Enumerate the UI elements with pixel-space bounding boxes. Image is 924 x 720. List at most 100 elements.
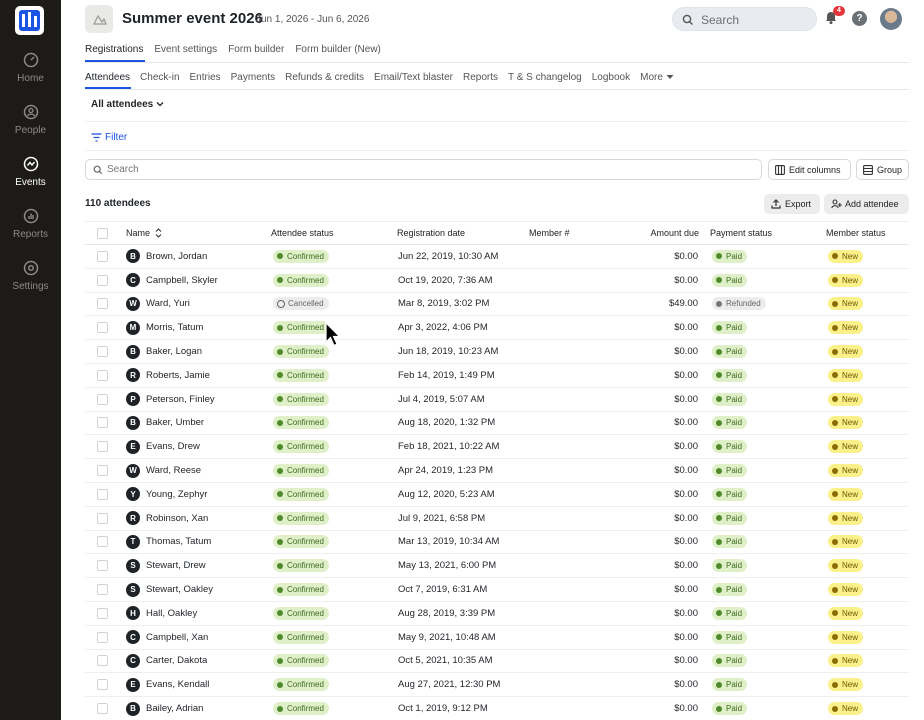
add-attendee-button[interactable]: Add attendee [824,194,909,214]
filter-button[interactable]: Filter [91,132,127,143]
tab-form-builder-new[interactable]: Form builder (New) [295,44,381,55]
attendee-name-cell[interactable]: T Thomas, Tatum [126,531,211,554]
row-checkbox[interactable] [97,626,108,649]
table-row[interactable]: W Ward, Yuri Cancelled Mar 8, 2019, 3:02 PM… [85,293,909,317]
row-checkbox[interactable] [97,650,108,673]
edit-columns-button[interactable]: Edit columns [768,159,851,180]
tab-logbook[interactable]: Logbook [592,72,630,83]
col-header-registration-date[interactable]: Registration date [397,222,465,244]
row-checkbox[interactable] [97,435,108,458]
mouse-cursor-icon [325,322,341,347]
attendee-name-cell[interactable]: M Morris, Tatum [126,316,203,339]
attendee-name-cell[interactable]: Y Young, Zephyr [126,483,207,506]
attendee-name-cell[interactable]: R Robinson, Xan [126,507,208,530]
attendee-name-cell[interactable]: W Ward, Reese [126,459,201,482]
row-checkbox[interactable] [97,673,108,696]
tab-ts-changelog[interactable]: T & S changelog [508,72,582,83]
view-selector-dropdown[interactable]: All attendees [91,99,164,110]
table-row[interactable]: B Baker, Logan Confirmed Jun 18, 2019, 10:2… [85,340,909,364]
row-checkbox[interactable] [97,507,108,530]
attendee-name-cell[interactable]: S Stewart, Oakley [126,578,213,601]
attendee-name-cell[interactable]: P Peterson, Finley [126,388,215,411]
col-header-member-status[interactable]: Member status [826,222,886,244]
attendee-name-cell[interactable]: B Baker, Logan [126,340,202,363]
tab-entries[interactable]: Entries [190,72,221,83]
sidebar-item-events[interactable]: Events [0,156,61,200]
sidebar-item-label: Settings [12,281,49,292]
tab-more[interactable]: More [640,72,674,83]
tab-event-settings[interactable]: Event settings [154,44,217,55]
attendee-name-cell[interactable]: B Bailey, Adrian [126,697,203,720]
table-row[interactable]: S Stewart, Oakley Confirmed Oct 7, 2019, 6:… [85,578,909,602]
tab-registrations[interactable]: Registrations [85,44,143,55]
table-row[interactable]: B Brown, Jordan Confirmed Jun 22, 2019, 10:… [85,245,909,269]
row-checkbox[interactable] [97,245,108,268]
row-checkbox[interactable] [97,531,108,554]
attendee-name-cell[interactable]: C Carter, Dakota [126,650,207,673]
attendee-name-cell[interactable]: C Campbell, Skyler [126,269,218,292]
table-row[interactable]: P Peterson, Finley Confirmed Jul 4, 2019, 5… [85,388,909,412]
attendee-name-cell[interactable]: W Ward, Yuri [126,293,190,316]
tab-form-builder[interactable]: Form builder [228,44,284,55]
attendee-name-cell[interactable]: C Campbell, Xan [126,626,208,649]
row-checkbox[interactable] [97,388,108,411]
tab-check-in[interactable]: Check-in [140,72,179,83]
tab-email-text-blaster[interactable]: Email/Text blaster [374,72,453,83]
sidebar-item-reports[interactable]: Reports [0,208,61,252]
col-header-attendee-status[interactable]: Attendee status [271,222,334,244]
attendee-name-cell[interactable]: B Brown, Jordan [126,245,207,268]
col-header-name[interactable]: Name [126,222,162,244]
help-icon[interactable]: ? [852,11,867,26]
table-row[interactable]: R Roberts, Jamie Confirmed Feb 14, 2019, 1:… [85,364,909,388]
user-avatar[interactable] [880,8,902,30]
row-checkbox[interactable] [97,269,108,292]
attendee-name-cell[interactable]: S Stewart, Drew [126,554,206,577]
export-button[interactable]: Export [764,194,820,214]
sidebar-item-home[interactable]: Home [0,52,61,96]
row-checkbox[interactable] [97,697,108,720]
table-row[interactable]: W Ward, Reese Confirmed Apr 24, 2019, 1:23 … [85,459,909,483]
tab-payments[interactable]: Payments [231,72,275,83]
table-row[interactable]: R Robinson, Xan Confirmed Jul 9, 2021, 6:58… [85,507,909,531]
row-checkbox[interactable] [97,340,108,363]
table-row[interactable]: C Campbell, Xan Confirmed May 9, 2021, 10:4… [85,626,909,650]
table-row[interactable]: M Morris, Tatum Confirmed Apr 3, 2022, 4:06… [85,316,909,341]
attendee-name-cell[interactable]: E Evans, Kendall [126,673,209,696]
attendee-search-input[interactable]: Search [85,159,762,180]
tab-refunds-credits[interactable]: Refunds & credits [285,72,364,83]
table-row[interactable]: C Carter, Dakota Confirmed Oct 5, 2021, 10:… [85,650,909,674]
table-row[interactable]: H Hall, Oakley Confirmed Aug 28, 2019, 3:39… [85,602,909,626]
col-header-payment-status[interactable]: Payment status [710,222,772,244]
attendee-name-cell[interactable]: H Hall, Oakley [126,602,197,625]
row-checkbox[interactable] [97,602,108,625]
attendee-name-cell[interactable]: R Roberts, Jamie [126,364,210,387]
table-row[interactable]: Y Young, Zephyr Confirmed Aug 12, 2020, 5:2… [85,483,909,507]
row-checkbox[interactable] [97,293,108,316]
app-logo[interactable] [15,6,44,35]
col-header-amount-due[interactable]: Amount due [623,222,699,244]
table-row[interactable]: E Evans, Kendall Confirmed Aug 27, 2021, 12… [85,673,909,698]
row-checkbox[interactable] [97,578,108,601]
group-button[interactable]: Group [856,159,909,180]
col-header-member-number[interactable]: Member # [529,222,570,244]
tab-attendees[interactable]: Attendees [85,72,130,83]
row-checkbox[interactable] [97,459,108,482]
row-checkbox[interactable] [97,554,108,577]
row-checkbox[interactable] [97,412,108,435]
row-checkbox[interactable] [97,364,108,387]
sidebar-item-people[interactable]: People [0,104,61,148]
tab-reports[interactable]: Reports [463,72,498,83]
table-row[interactable]: B Bailey, Adrian Confirmed Oct 1, 2019, 9:1… [85,697,909,720]
sidebar-item-settings[interactable]: Settings [0,260,61,304]
select-all-checkbox[interactable] [97,222,108,244]
global-search-input[interactable]: Search [672,7,817,31]
table-row[interactable]: B Baker, Umber Confirmed Aug 18, 2020, 1:32… [85,412,909,436]
table-row[interactable]: T Thomas, Tatum Confirmed Mar 13, 2019, 10:… [85,531,909,555]
table-row[interactable]: S Stewart, Drew Confirmed May 13, 2021, 6:0… [85,554,909,579]
table-row[interactable]: C Campbell, Skyler Confirmed Oct 19, 2020, … [85,269,909,293]
row-checkbox[interactable] [97,483,108,506]
table-row[interactable]: E Evans, Drew Confirmed Feb 18, 2021, 10:22… [85,435,909,460]
attendee-name-cell[interactable]: E Evans, Drew [126,435,200,458]
row-checkbox[interactable] [97,316,108,339]
attendee-name-cell[interactable]: B Baker, Umber [126,412,204,435]
